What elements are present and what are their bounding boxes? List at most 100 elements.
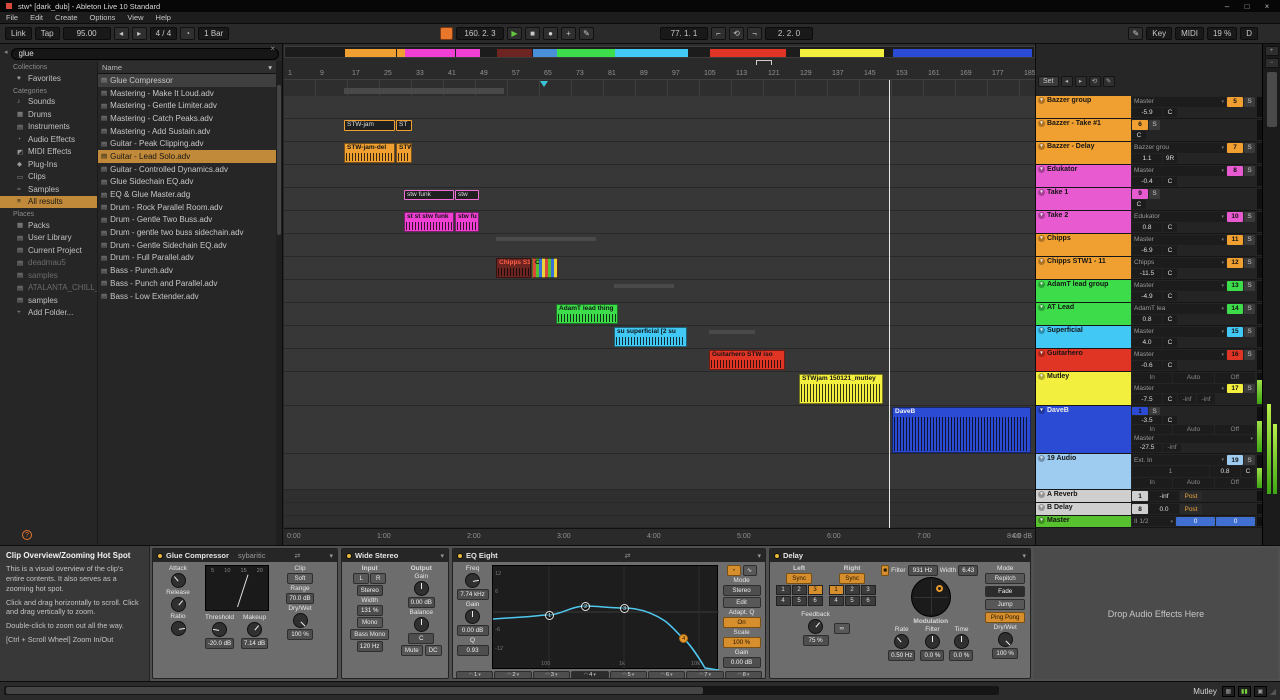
sidebar-item-samples[interactable]: ▤ samples <box>0 269 97 282</box>
pan-value[interactable]: C <box>1163 176 1177 186</box>
audition-icon[interactable]: ◔ <box>726 565 741 576</box>
delay-dry-wet-knob[interactable] <box>997 632 1013 647</box>
output-routing[interactable]: Master ▾ <box>1132 350 1226 360</box>
file-row[interactable]: ▤ Mastering - Gentle Limiter.adv <box>98 99 276 112</box>
clip-adamt-lead-thing[interactable]: AdamT lead thing <box>556 304 618 324</box>
fold-icon[interactable]: ▾ <box>1022 552 1026 560</box>
file-row[interactable]: ▤ Drum - Gentle Two Buss.adv <box>98 214 276 227</box>
sidebar-item-all-results[interactable]: ≡ All results <box>0 195 97 208</box>
beat-time-ruler[interactable]: 1 9 17 25 33 41 49 57 65 73 81 89 97 105 113 121 129 137 1… <box>284 58 1035 80</box>
track-header-adamt-lead-group[interactable]: ▾ AdamT lead group Master ▾ 13 S -4.9 C <box>1036 280 1262 303</box>
pan-value[interactable]: C <box>1163 416 1177 425</box>
menu-file[interactable]: File <box>0 13 24 22</box>
track-header-a-reverb[interactable]: ▾ A Reverb 1 -inf Post <box>1036 490 1262 503</box>
file-row[interactable]: ▤ Glue Sidechain EQ.adv <box>98 176 276 189</box>
track-header-b-delay[interactable]: ▾ B Delay 8 0.0 Post <box>1036 503 1262 516</box>
overdub-status-icon[interactable]: ▣ <box>1253 685 1267 697</box>
sidebar-item-sounds[interactable]: ♪ Sounds <box>0 96 97 109</box>
output-routing[interactable]: Master ▾ <box>1132 434 1255 443</box>
eq-band-button-4[interactable]: ◠ 4 ▾ <box>571 671 609 678</box>
track-name[interactable]: ▾ B Delay <box>1036 503 1131 515</box>
pan-value[interactable]: 9R <box>1163 153 1177 163</box>
file-row[interactable]: ▤ Bass - Punch and Parallel.adv <box>98 277 276 290</box>
input-left-toggle[interactable]: L <box>353 573 370 584</box>
analyze-icon[interactable]: ∿ <box>742 565 757 576</box>
adapt-q-button[interactable]: On <box>722 617 761 628</box>
eq-band-button-7[interactable]: ◠ 7 ▾ <box>686 671 724 678</box>
midi-keyboard-icon[interactable]: ▦ <box>1221 685 1235 697</box>
clip-stw-fu[interactable]: stw fu <box>455 212 479 232</box>
file-row[interactable]: ▤ Drum - Rock Parallel Room.adv <box>98 201 276 214</box>
beat-division-5[interactable]: 5 <box>844 596 860 606</box>
solo-button[interactable]: S <box>1149 407 1160 416</box>
volume-value[interactable]: -7.5 <box>1132 394 1162 405</box>
track-header-take-1[interactable]: ▾ Take 19SC <box>1036 188 1262 211</box>
pan-value[interactable]: C <box>1241 466 1255 477</box>
clip-stw[interactable]: stw <box>455 190 479 200</box>
midi-indicator[interactable]: MIDI <box>1175 27 1204 40</box>
track-fold-icon[interactable]: ▾ <box>1038 407 1045 414</box>
volume-value[interactable]: 0.0 <box>1149 504 1179 514</box>
sidebar-item-favorites[interactable]: ♥ Favorites <box>0 72 97 85</box>
solo-button[interactable]: S <box>1244 455 1255 466</box>
device-title-bar[interactable]: Wide Stereo ▾ <box>342 549 448 562</box>
track-name[interactable]: ▾ Guitarhero <box>1036 349 1131 371</box>
sidebar-item-samples[interactable]: ≈ Samples <box>0 183 97 196</box>
loop-region-marker[interactable] <box>756 60 772 65</box>
track-fold-icon[interactable]: ▾ <box>1038 327 1045 334</box>
monitor-button[interactable]: Off <box>1214 425 1255 434</box>
filter-freq-value[interactable]: 931 Hz <box>907 565 938 576</box>
computer-midi-keyboard-button[interactable]: Key <box>1146 27 1173 40</box>
pan-value[interactable]: C <box>1132 130 1146 140</box>
volume-value[interactable]: 1.1 <box>1132 153 1162 163</box>
track-header-daveb[interactable]: ▾ DaveB 1 S -3.5 C In Auto Off Master ▾ -27.5 -inf <box>1036 406 1262 454</box>
track-header-chipps[interactable]: ▾ Chipps Master ▾ 11 S -6.9 C <box>1036 234 1262 257</box>
monitor-button[interactable]: In <box>1132 425 1173 434</box>
monitor-button[interactable]: In <box>1132 373 1173 383</box>
automation-arm-button[interactable]: ✎ <box>579 27 594 40</box>
set-locator-button[interactable]: Set <box>1038 76 1059 87</box>
output-gain-value[interactable]: 0.00 dB <box>722 657 761 668</box>
track-name[interactable]: ▾ Chipps STW1 - 11 <box>1036 257 1131 279</box>
volume-value[interactable]: -6.9 <box>1132 245 1162 255</box>
track-number[interactable]: 1 <box>1132 407 1148 416</box>
feedback-knob[interactable] <box>808 619 824 634</box>
stereo-mode-select[interactable]: Stereo <box>356 585 383 596</box>
left-sync-button[interactable]: Sync <box>786 573 813 584</box>
clip-stw[interactable]: STW <box>396 143 412 163</box>
file-row[interactable]: ▤ Glue Compressor <box>98 74 276 87</box>
clip-stw-jam[interactable]: STW-jam <box>344 120 395 131</box>
pan-value[interactable]: C <box>1163 291 1177 301</box>
mod-time-knob[interactable] <box>953 634 969 649</box>
drop-audio-effects-zone[interactable]: Drop Audio Effects Here <box>1034 548 1278 679</box>
beat-division-2[interactable]: 2 <box>791 585 807 595</box>
time-ruler[interactable]: -4.0 dB 0:00 1:00 2:00 3:00 4:00 5:00 6:00 7:00… <box>284 528 1035 545</box>
track-fold-icon[interactable]: ▾ <box>1038 517 1045 524</box>
loop-switch-icon[interactable]: ⟲ <box>1088 76 1101 87</box>
track-name[interactable]: ▾ Take 2 <box>1036 211 1131 233</box>
ratio-knob[interactable] <box>170 621 186 636</box>
fold-icon[interactable]: ▾ <box>329 552 333 560</box>
track-name[interactable]: ▾ Bazzer group <box>1036 96 1131 118</box>
track-number[interactable]: 8 <box>1132 504 1148 514</box>
ping-pong-button[interactable]: Ping Pong <box>985 612 1026 623</box>
file-row[interactable]: ▤ Drum - Full Parallel.adv <box>98 252 276 265</box>
scroll-handle[interactable] <box>6 687 703 694</box>
sidebar-item-current-project[interactable]: ▤ Current Project <box>0 244 97 257</box>
solo-button[interactable]: S <box>1244 235 1255 245</box>
overdub-button[interactable]: + <box>561 27 576 40</box>
monitor-button[interactable]: Auto <box>1173 425 1214 434</box>
menu-edit[interactable]: Edit <box>24 13 49 22</box>
master-value[interactable]: 0 <box>1176 517 1215 526</box>
beat-division-3[interactable]: 3 <box>807 585 823 595</box>
monitor-button[interactable]: Off <box>1214 477 1255 488</box>
close-button[interactable]: × <box>1260 2 1274 11</box>
track-fold-icon[interactable]: ▾ <box>1038 143 1045 150</box>
output-routing[interactable]: II 1/2 ▾ <box>1132 517 1175 526</box>
pan-value[interactable]: C <box>1163 222 1177 232</box>
clip-guitarhero-stw-iso[interactable]: Guitarhero STW iso <box>709 350 785 370</box>
track-fold-icon[interactable]: ▾ <box>1038 235 1045 242</box>
sidebar-item-audio-effects[interactable]: ◔ Audio Effects <box>0 133 97 146</box>
device-title-bar[interactable]: Delay ▾ <box>770 549 1030 562</box>
track-fold-icon[interactable]: ▾ <box>1038 212 1045 219</box>
